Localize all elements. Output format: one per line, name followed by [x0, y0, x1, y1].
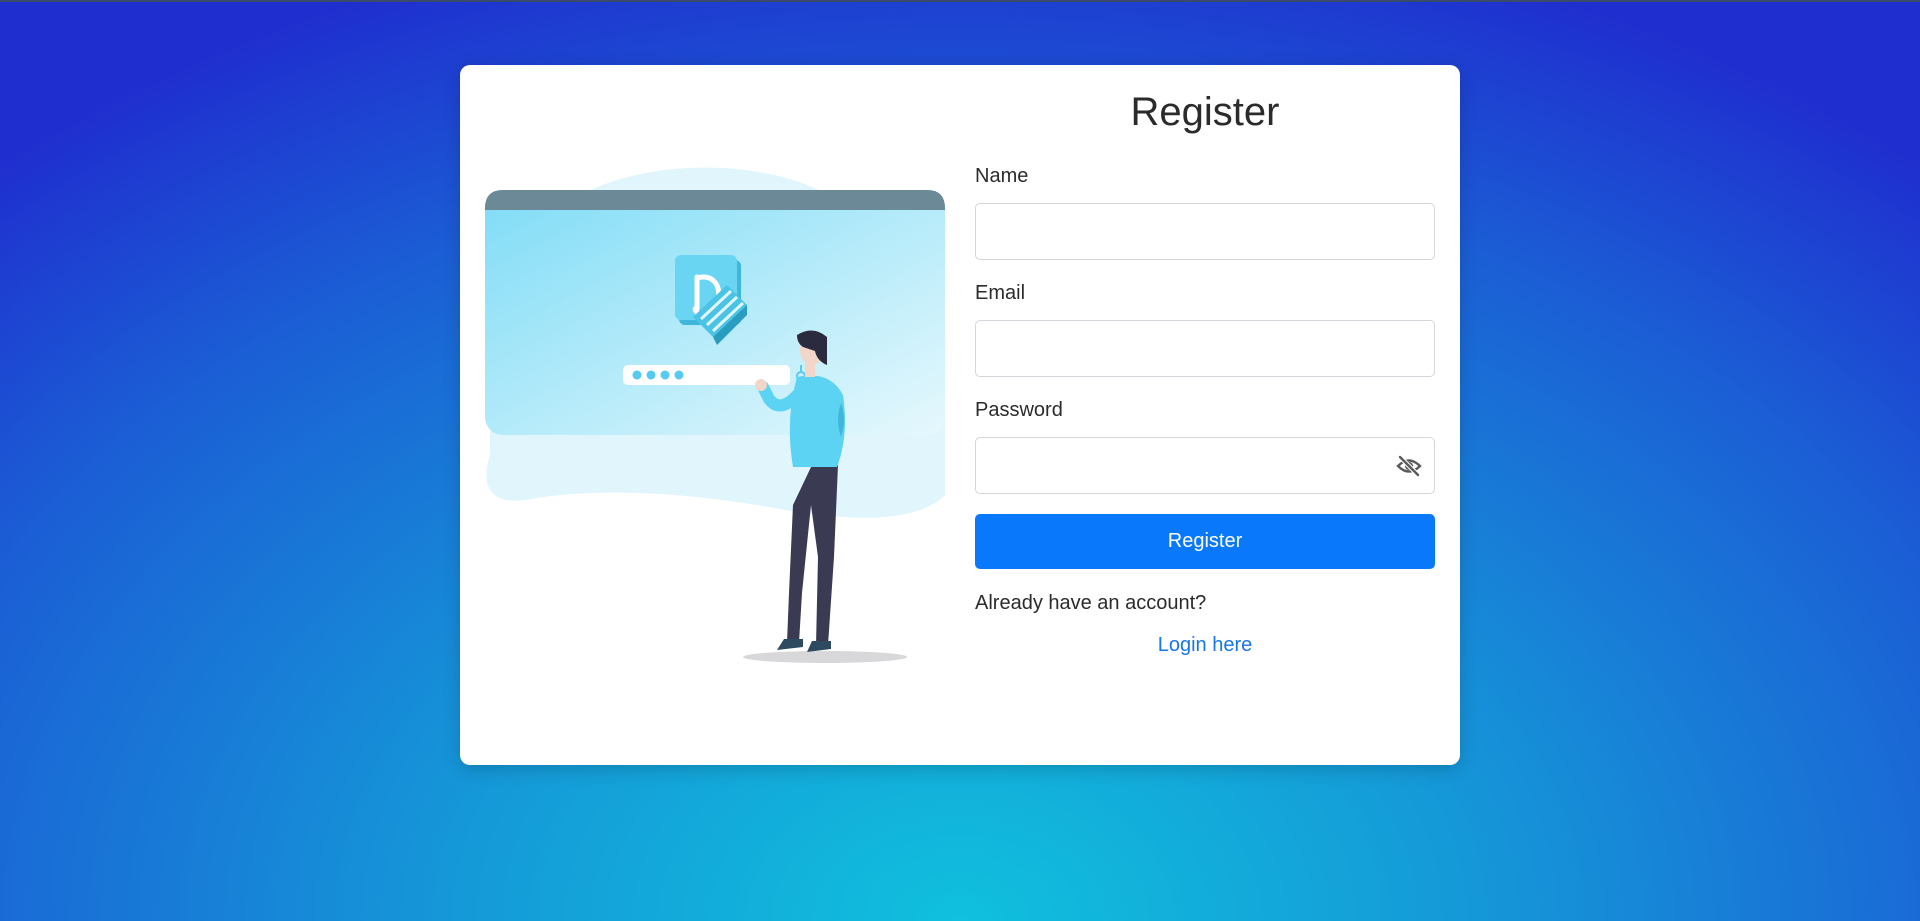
password-label: Password: [975, 399, 1063, 421]
top-border: [0, 0, 1920, 2]
login-link[interactable]: Login here: [975, 634, 1435, 657]
page-title: Register: [1130, 90, 1280, 134]
email-field[interactable]: [975, 320, 1435, 377]
login-illustration: [485, 167, 945, 663]
password-field[interactable]: [975, 437, 1435, 494]
eye-slash-icon[interactable]: [1396, 454, 1422, 478]
register-button[interactable]: Register: [975, 514, 1435, 569]
register-card: Register Name Email Password Register Al…: [460, 65, 1460, 765]
name-label: Name: [975, 165, 1029, 187]
email-label: Email: [975, 282, 1026, 304]
account-prompt: Already have an account?: [975, 592, 1207, 614]
name-field[interactable]: [975, 203, 1435, 260]
